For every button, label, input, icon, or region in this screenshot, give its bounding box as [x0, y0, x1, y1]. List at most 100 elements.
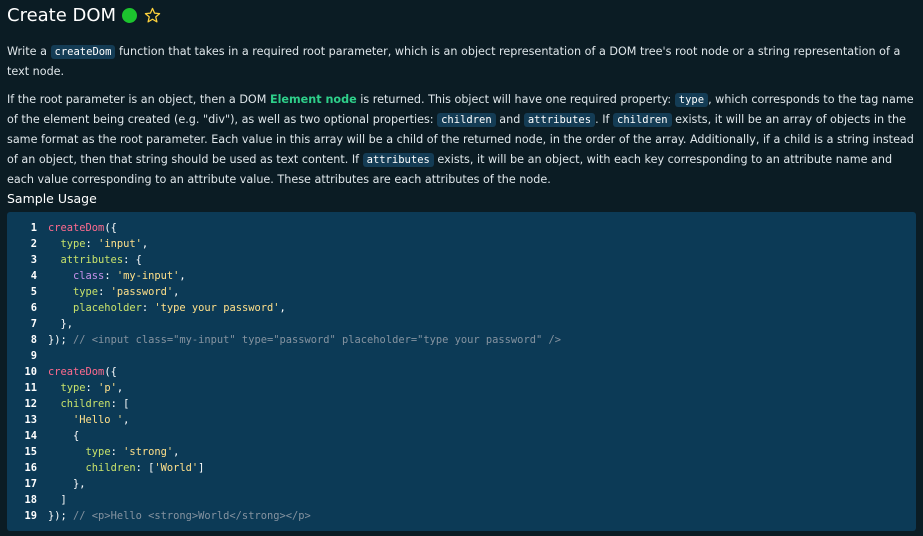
- code-token: children: [60, 398, 111, 410]
- code-token: ,: [173, 286, 180, 298]
- line-number: 18: [24, 494, 37, 506]
- code-token: ,: [279, 302, 286, 314]
- problem-description: Write a createDom function that takes in…: [7, 42, 917, 198]
- code-text: class: 'my-input',: [48, 268, 186, 284]
- code-line: 11 type: 'p',: [7, 380, 916, 396]
- code-line: 13 'Hello ',: [7, 412, 916, 428]
- page-title: Create DOM: [7, 5, 117, 26]
- element-node-link[interactable]: Element node: [270, 93, 357, 106]
- line-number: 7: [30, 318, 37, 330]
- text: If the root parameter is an object, then…: [7, 93, 270, 106]
- completion-status-icon: [122, 8, 138, 23]
- code-token: type: [73, 286, 99, 298]
- code-token: ,: [173, 446, 180, 458]
- code-line: 17 },: [7, 476, 916, 492]
- line-number: 17: [24, 478, 37, 490]
- code-line: 8 }); // <input class="my-input" type="pa…: [7, 332, 916, 348]
- code-line: 3 attributes: {: [7, 252, 916, 268]
- description-paragraph-1: Write a createDom function that takes in…: [7, 42, 917, 82]
- code-text: children: [: [48, 396, 130, 412]
- code-token: : {: [123, 254, 142, 266]
- code-token: 'my-input': [116, 270, 180, 282]
- line-number: 5: [30, 286, 37, 298]
- code-block[interactable]: 1 createDom({ 2 type: 'input', 3 attributes…: [7, 212, 916, 531]
- code-text: },: [48, 476, 86, 492]
- code-text: type: 'strong',: [48, 444, 180, 460]
- code-text: {: [48, 428, 79, 444]
- code-token: 'input': [98, 238, 142, 250]
- code-line: 18 ]: [7, 492, 916, 508]
- code-text: 'Hello ',: [48, 412, 129, 428]
- code-text: }); // <input class="my-input" type="pas…: [48, 332, 561, 348]
- code-token: {: [48, 430, 80, 442]
- line-number: 1: [30, 222, 37, 234]
- line-number: 4: [30, 270, 37, 282]
- text: is returned. This object will have one r…: [356, 93, 675, 106]
- code-line: 19}); // <p>Hello <strong>World</strong>…: [7, 508, 916, 524]
- sample-usage-heading: Sample Usage: [7, 191, 97, 206]
- code-line: 1 createDom({: [7, 220, 916, 236]
- code-token: },: [48, 318, 74, 330]
- star-icon[interactable]: [144, 7, 161, 24]
- code-token: // <p>Hello <strong>World</strong></p>: [73, 510, 311, 522]
- code-token: attributes: [60, 254, 124, 266]
- code-token: ,: [141, 238, 149, 250]
- code-line: 4 class: 'my-input',: [7, 268, 916, 284]
- line-number: 2: [30, 238, 37, 250]
- code-token: 'p': [98, 382, 117, 394]
- code-token: :: [141, 302, 155, 314]
- code-token: },: [48, 478, 86, 490]
- code-token: createDom: [48, 366, 105, 378]
- header: Create DOM: [7, 5, 161, 26]
- code-token: ,: [179, 270, 186, 282]
- inline-code: createDom: [50, 45, 116, 59]
- code-text: }); // <p>Hello <strong>World</strong></…: [48, 508, 311, 524]
- code-line: 10 createDom({: [7, 364, 916, 380]
- line-number: 11: [24, 382, 37, 394]
- code-text: createDom({: [48, 364, 117, 380]
- inline-code: children: [613, 113, 672, 127]
- code-text: createDom({: [48, 220, 117, 236]
- line-number: 15: [24, 446, 37, 458]
- code-line: 5 type: 'password',: [7, 284, 916, 300]
- code-token: :: [110, 446, 124, 458]
- code-token: type: [85, 446, 111, 458]
- code-line: 12 children: [: [7, 396, 916, 412]
- code-text: placeholder: 'type your password',: [48, 300, 286, 316]
- code-text: children: ['World']: [48, 460, 205, 476]
- code-token: 'Hello ': [73, 414, 124, 426]
- code-token: type: [60, 382, 86, 394]
- line-number: 3: [30, 254, 37, 266]
- code-text: type: 'p',: [48, 380, 124, 396]
- code-token: ,: [123, 414, 130, 426]
- line-number: 12: [24, 398, 37, 410]
- code-token: ]: [198, 462, 205, 474]
- text: and: [495, 113, 524, 126]
- code-token: });: [48, 510, 74, 522]
- code-token: 'World': [154, 462, 199, 474]
- text: function that takes in a required root p…: [7, 45, 901, 78]
- line-number: 10: [24, 366, 37, 378]
- code-line: 7 },: [7, 316, 916, 332]
- code-token: createDom: [48, 222, 105, 234]
- code-token: :: [98, 286, 111, 298]
- code-token: :: [85, 382, 99, 394]
- code-token: :: [85, 238, 99, 250]
- code-token: children: [85, 462, 136, 474]
- code-token: : [: [135, 462, 155, 474]
- code-line: 9: [7, 348, 916, 364]
- line-number: 8: [30, 334, 37, 346]
- code-token: 'strong': [123, 446, 174, 458]
- line-number: 19: [24, 510, 37, 522]
- code-line: 14 {: [7, 428, 916, 444]
- code-token: class: [73, 270, 105, 282]
- code-token: ,: [116, 382, 124, 394]
